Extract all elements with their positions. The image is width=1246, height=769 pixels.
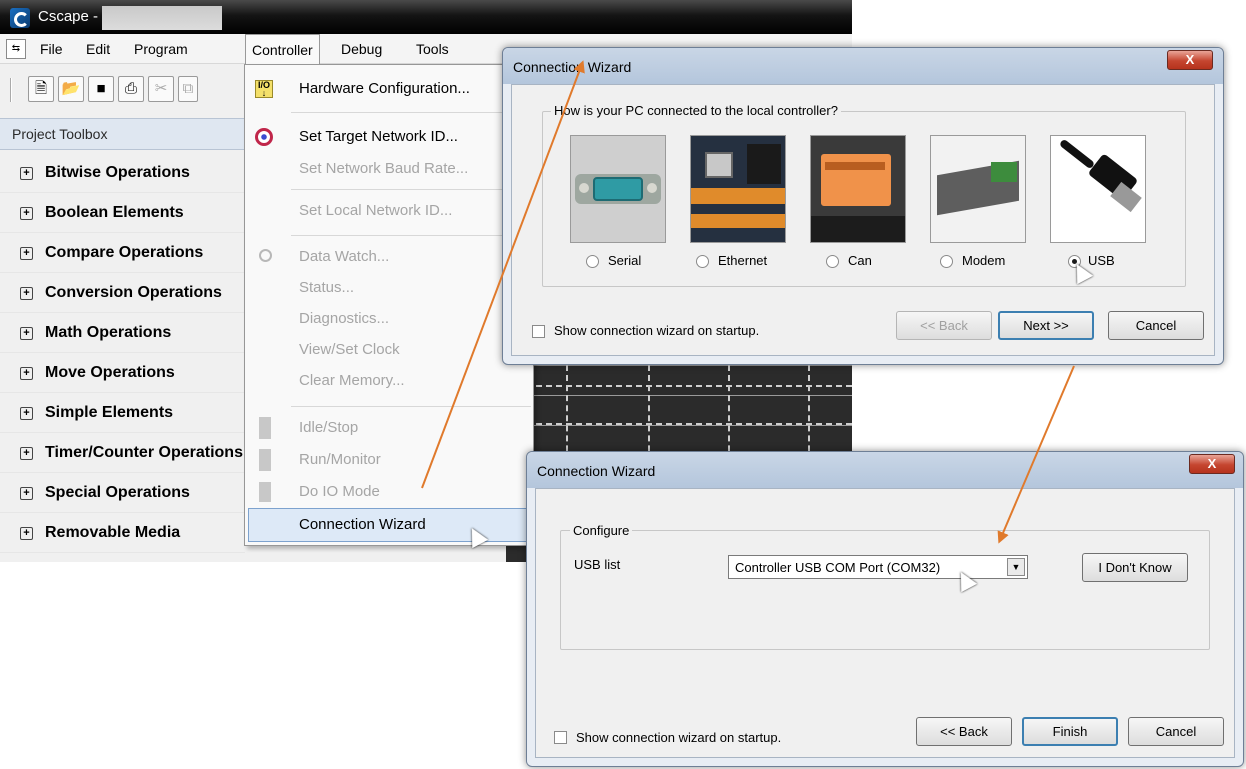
annotation-arrow-to-usb-list: [997, 365, 1075, 544]
annotation-arrows: [421, 60, 1075, 544]
annotation-arrow-to-wizard: [421, 60, 585, 489]
